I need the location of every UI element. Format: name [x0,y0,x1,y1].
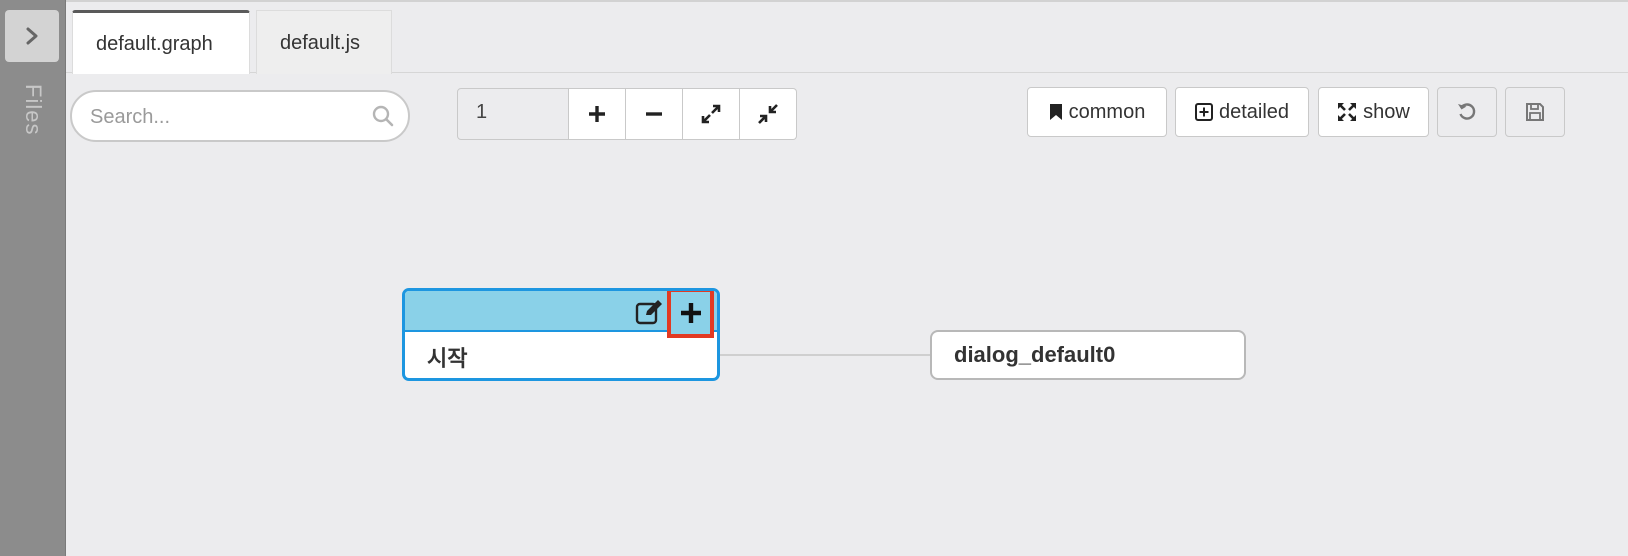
chevron-right-icon [26,27,38,45]
tab-default-js[interactable]: default.js [256,10,392,76]
arrows-alt-icon [1338,103,1357,121]
sidebar-files-label: Files [21,84,46,136]
toolbar: 1 common detailed show [66,74,1628,154]
detailed-button[interactable]: detailed [1175,87,1309,137]
compress-button[interactable] [740,88,797,140]
minus-icon [646,112,662,116]
dialog-node-label: dialog_default0 [954,342,1116,367]
common-button-label: common [1068,100,1146,123]
start-node-header [405,291,717,338]
tab-bar: default.graph default.js [66,0,1628,76]
undo-icon [1458,103,1476,120]
search-input[interactable] [90,104,350,130]
plus-square-icon [1194,103,1213,121]
zoom-in-button[interactable] [569,88,626,140]
expand-icon [701,104,721,124]
zoom-out-button[interactable] [626,88,683,140]
search-icon[interactable] [372,105,394,127]
save-icon [1526,103,1544,121]
bookmark-icon [1049,104,1062,120]
graph-edge [720,354,930,356]
sidebar-toggle-button[interactable] [5,10,59,62]
show-button-label: show [1363,100,1410,123]
start-node-label: 시작 [427,346,468,371]
sidebar: Files [0,0,66,556]
zoom-level-input[interactable]: 1 [457,88,569,140]
compress-icon [758,104,778,124]
search-box [70,90,410,142]
show-button[interactable]: show [1318,87,1429,137]
plus-icon [589,106,605,122]
graph-canvas[interactable]: 시작 dialog_default0 [66,154,1628,556]
expand-button[interactable] [683,88,740,140]
detailed-button-label: detailed [1218,100,1290,123]
app-window: Files default.graph default.js 1 [0,0,1628,556]
save-button[interactable] [1505,87,1565,137]
start-node[interactable]: 시작 [402,288,720,381]
edit-icon[interactable] [635,299,663,325]
common-button[interactable]: common [1027,87,1167,137]
refresh-button[interactable] [1437,87,1497,137]
tab-default-graph[interactable]: default.graph [72,10,250,76]
add-node-button[interactable] [667,291,714,338]
zoom-controls: 1 [457,88,797,140]
plus-icon [680,303,701,323]
dialog-node[interactable]: dialog_default0 [930,330,1246,380]
